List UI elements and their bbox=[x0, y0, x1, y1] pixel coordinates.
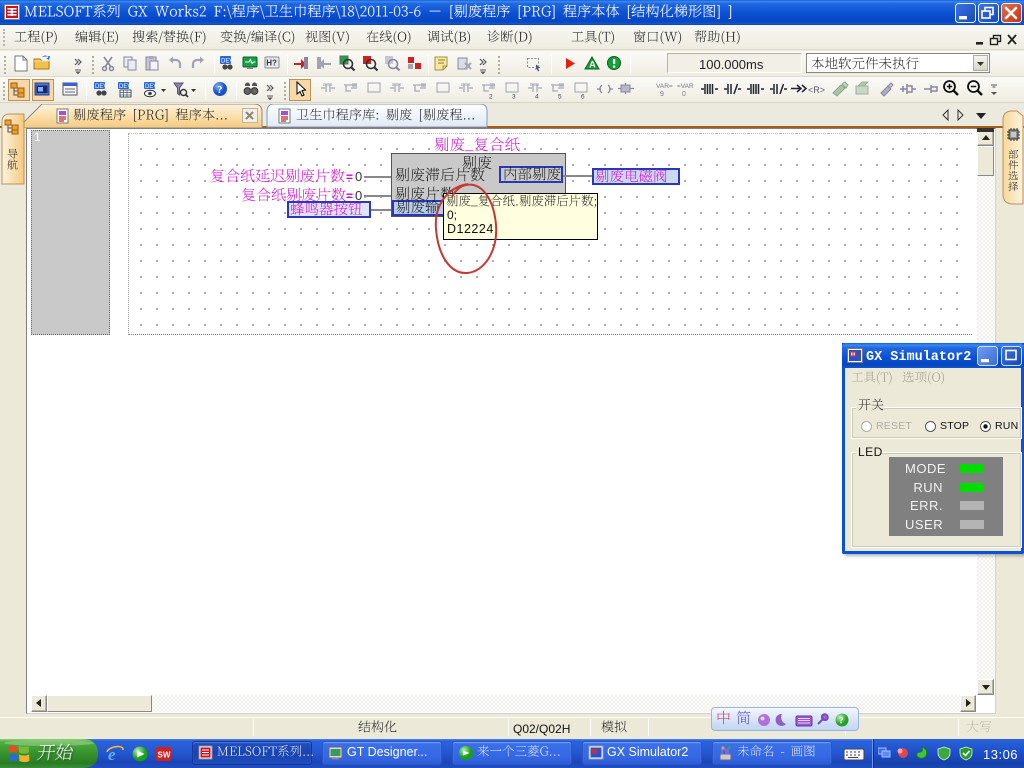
svg-text:4: 4 bbox=[535, 94, 539, 100]
svg-text:VAR=: VAR= bbox=[656, 83, 673, 90]
svg-text:<R>: <R> bbox=[808, 85, 825, 95]
svg-text:?: ? bbox=[839, 716, 844, 726]
svg-text:DEV: DEV bbox=[95, 84, 107, 90]
svg-text:DEV: DEV bbox=[119, 84, 131, 90]
svg-text:0: 0 bbox=[682, 91, 686, 97]
svg-text:=VAR: =VAR bbox=[677, 83, 694, 90]
svg-text:3: 3 bbox=[512, 94, 516, 100]
svg-text:H?: H? bbox=[266, 59, 277, 68]
svg-text:2: 2 bbox=[489, 94, 493, 100]
svg-text:6: 6 bbox=[581, 94, 585, 100]
svg-text:SW: SW bbox=[158, 751, 171, 760]
svg-text:A: A bbox=[589, 60, 596, 70]
svg-text:5: 5 bbox=[558, 94, 562, 100]
svg-text:?: ? bbox=[217, 84, 223, 96]
svg-text:DEV: DEV bbox=[145, 84, 157, 90]
svg-text:9: 9 bbox=[660, 91, 664, 97]
svg-text:DEV: DEV bbox=[221, 59, 233, 65]
